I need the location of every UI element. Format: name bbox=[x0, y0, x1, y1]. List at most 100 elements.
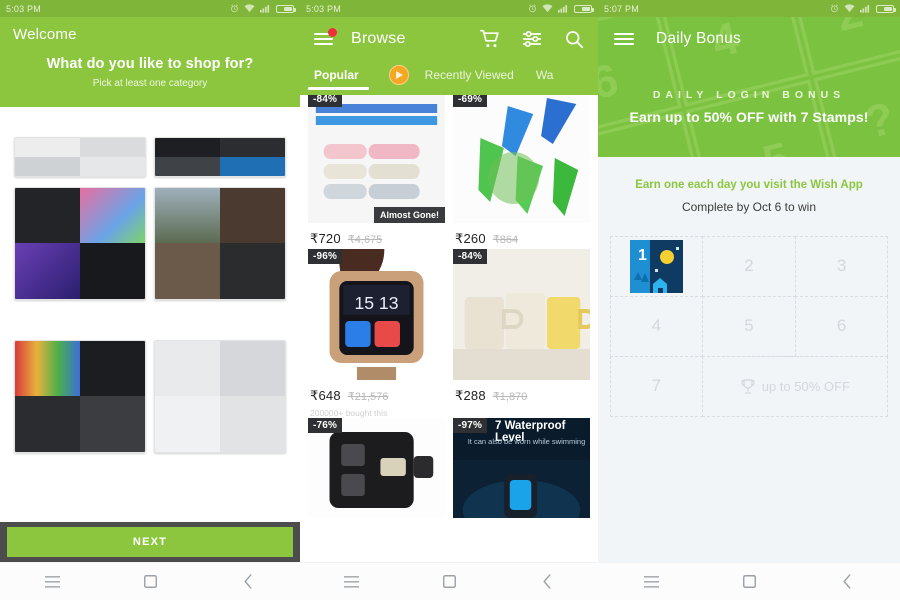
cart-icon[interactable] bbox=[480, 29, 500, 49]
status-time: 5:03 PM bbox=[306, 3, 341, 14]
nav-back-button[interactable] bbox=[816, 574, 878, 589]
product-overlay-subtitle: It can also be worn while swimming bbox=[467, 437, 586, 446]
product-card[interactable]: -84% ₹288 ₹1,870 bbox=[453, 249, 590, 418]
bonus-kicker: DAILY LOGIN BONUS bbox=[652, 89, 846, 101]
product-card[interactable]: -76% bbox=[308, 418, 445, 518]
browse-header: Browse Popular Recently Viewed Wa bbox=[300, 17, 598, 95]
stamp-3[interactable]: 3 bbox=[794, 235, 889, 297]
product-image[interactable]: -84% Almost Gone! bbox=[308, 92, 445, 223]
status-bar: 5:03 PM bbox=[300, 0, 598, 17]
product-price: ₹288 bbox=[455, 388, 486, 403]
alarm-icon bbox=[231, 4, 238, 13]
tab-popular[interactable]: Popular bbox=[308, 68, 369, 90]
nav-menu-button[interactable] bbox=[21, 575, 83, 588]
battery-icon bbox=[574, 4, 594, 13]
stamp-4[interactable]: 4 bbox=[609, 295, 704, 357]
stamp-prize-label: up to 50% OFF bbox=[761, 378, 850, 394]
battery-icon bbox=[276, 4, 296, 13]
product-card[interactable]: 15 13 -96% ₹648 ₹21,576 200000+ bought t… bbox=[308, 249, 445, 418]
stamp-7[interactable]: 7 bbox=[609, 355, 704, 417]
search-icon[interactable] bbox=[564, 29, 584, 49]
category-card[interactable] bbox=[14, 339, 146, 453]
product-photo-mugs bbox=[453, 249, 590, 380]
bonus-deadline: Complete by Oct 6 to win bbox=[681, 200, 817, 214]
bonus-hero: 6 4 2 3 5 ? Daily Bonus DAILY LOGIN BONU… bbox=[598, 17, 900, 157]
product-price-original: ₹21,576 bbox=[347, 391, 389, 403]
panel-browse: 5:03 PM Browse Popular Recently Viewed W… bbox=[300, 0, 598, 600]
menu-button[interactable] bbox=[314, 28, 337, 46]
category-card[interactable] bbox=[14, 136, 146, 177]
menu-icon bbox=[343, 575, 359, 587]
product-card[interactable]: -84% Almost Gone! ₹720 ₹4,675 bbox=[308, 92, 445, 249]
stamp-2[interactable]: 2 bbox=[702, 235, 796, 297]
status-bar: 5:03 PM bbox=[0, 0, 300, 17]
product-price-original: ₹864 bbox=[492, 234, 519, 246]
product-price-original: ₹1,870 bbox=[492, 391, 528, 403]
nav-home-button[interactable] bbox=[119, 575, 181, 588]
menu-button[interactable] bbox=[614, 32, 634, 46]
filter-icon[interactable] bbox=[522, 29, 542, 49]
system-navbar bbox=[300, 562, 598, 600]
stamp-grid: 1 2 3 4 5 6 7 up to 50% OFF bbox=[609, 235, 889, 417]
panel-onboarding: 5:03 PM Welcome What do you like to shop… bbox=[0, 0, 300, 600]
wifi-icon bbox=[244, 4, 255, 13]
product-card[interactable]: -69% ₹260 ₹864 bbox=[453, 92, 590, 249]
nav-home-button[interactable] bbox=[418, 575, 480, 588]
category-card[interactable] bbox=[14, 186, 146, 300]
home-icon bbox=[442, 575, 456, 588]
bonus-instruction: Earn one each day you visit the Wish App bbox=[635, 179, 863, 191]
promo-badge-icon[interactable] bbox=[388, 64, 409, 85]
product-image[interactable]: -84% bbox=[453, 249, 590, 380]
product-card[interactable]: -97% 7 Waterproof Level It can also be w… bbox=[453, 418, 590, 518]
nav-menu-button[interactable] bbox=[620, 575, 682, 588]
onboarding-hero: Welcome What do you like to shop for? Pi… bbox=[0, 17, 300, 107]
product-photo-cables bbox=[308, 92, 445, 223]
system-navbar bbox=[0, 562, 300, 600]
alarm-icon bbox=[831, 4, 838, 13]
page-title: Daily Bonus bbox=[656, 30, 741, 47]
stamp-6[interactable]: 6 bbox=[794, 295, 889, 357]
signal-icon bbox=[558, 5, 568, 13]
back-icon bbox=[843, 574, 851, 589]
bonus-body: Earn one each day you visit the Wish App… bbox=[598, 157, 900, 562]
product-image[interactable]: -69% bbox=[453, 92, 590, 223]
menu-icon bbox=[44, 575, 60, 587]
svg-text:15 13: 15 13 bbox=[354, 293, 398, 313]
discount-badge: -76% bbox=[308, 418, 343, 433]
status-time: 5:07 PM bbox=[604, 3, 639, 14]
tab-recently-viewed[interactable]: Recently Viewed bbox=[425, 68, 514, 89]
stamp-1[interactable]: 1 bbox=[609, 235, 704, 297]
back-icon bbox=[244, 574, 252, 589]
onboarding-question: What do you like to shop for? bbox=[46, 56, 254, 72]
nav-home-button[interactable] bbox=[718, 575, 780, 588]
discount-badge: -84% bbox=[453, 249, 488, 264]
product-feed[interactable]: -84% Almost Gone! ₹720 ₹4,675 -69% ₹260 … bbox=[300, 92, 598, 562]
panel-daily-bonus: 5:07 PM 6 4 2 3 5 bbox=[598, 0, 900, 600]
product-image[interactable]: -97% 7 Waterproof Level It can also be w… bbox=[453, 418, 590, 518]
category-card[interactable] bbox=[154, 186, 286, 300]
stamp-prize[interactable]: up to 50% OFF bbox=[702, 355, 889, 417]
next-button[interactable]: NEXT bbox=[7, 527, 293, 557]
wifi-icon bbox=[542, 4, 553, 13]
page-title: Browse bbox=[351, 30, 406, 47]
signal-icon bbox=[860, 5, 870, 13]
category-card[interactable] bbox=[154, 339, 286, 453]
nav-menu-button[interactable] bbox=[320, 575, 382, 588]
product-image[interactable]: 15 13 -96% bbox=[308, 249, 445, 380]
nav-back-button[interactable] bbox=[516, 574, 578, 589]
product-price: ₹648 bbox=[310, 388, 341, 403]
onboarding-subtitle: Pick at least one category bbox=[92, 78, 208, 89]
back-icon bbox=[543, 574, 551, 589]
wifi-icon bbox=[844, 4, 855, 13]
discount-badge: -96% bbox=[308, 249, 343, 264]
category-card[interactable] bbox=[154, 136, 286, 177]
three-panel-screenshot: 5:03 PM Welcome What do you like to shop… bbox=[0, 0, 900, 600]
tab-wishlist[interactable]: Wa bbox=[536, 68, 554, 89]
system-navbar bbox=[598, 562, 900, 600]
product-image[interactable]: -76% bbox=[308, 418, 445, 518]
product-photo-car-charger bbox=[308, 418, 445, 518]
home-icon bbox=[742, 575, 756, 588]
stamp-5[interactable]: 5 bbox=[702, 295, 796, 357]
nav-back-button[interactable] bbox=[217, 574, 279, 589]
svg-text:1: 1 bbox=[638, 247, 647, 264]
